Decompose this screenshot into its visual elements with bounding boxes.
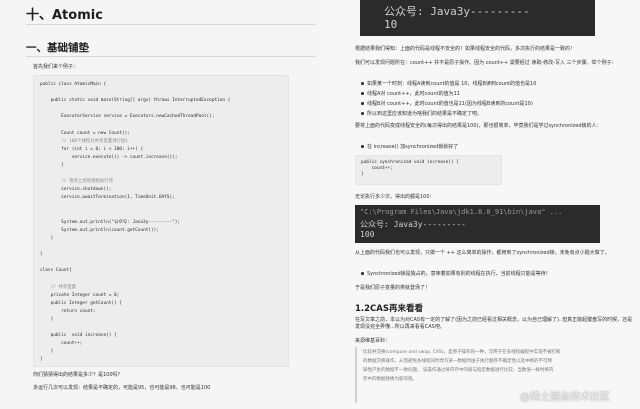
- code-line: private Integer count = 0;: [40, 292, 120, 298]
- code-line: class Count{: [40, 268, 72, 274]
- code-line: System.out.println("公众号: Java3y---------…: [40, 219, 181, 225]
- code-line: public Integer getCount() {: [40, 300, 122, 306]
- bullet-icon: [361, 82, 364, 85]
- code-line: }: [40, 349, 54, 355]
- code-line: public void increase() {: [40, 333, 117, 339]
- code-line: System.out.println(count.getCount());: [40, 227, 159, 233]
- terminal-line: "C:\Program Files\Java\jdk1.8.0_91\bin\j…: [360, 208, 563, 216]
- list-item: 所以到这里应该知道为啥我们的结果是不确定了吧。: [367, 111, 483, 117]
- divider: [26, 24, 316, 25]
- terminal-line: 公众号: Java3y---------: [384, 5, 530, 18]
- paragraph: 来源维基百科：: [355, 338, 391, 344]
- paragraph: 要将上面的代码变成线程安全的(每次得出的结果是100)，那也很简单，毕竟我们是学…: [355, 123, 602, 129]
- code-block-atomic-main: public class AtomicMain { public static …: [33, 75, 289, 367]
- list-item: 如果某一个时刻：线程A读到count的值是 10，线程B读到count的值也是1…: [367, 81, 537, 87]
- code-line: }: [40, 163, 64, 168]
- code-block-synchronized: public synchronized void increase() { co…: [355, 155, 502, 185]
- section-heading: 1.2CAS再来看看: [355, 304, 423, 314]
- code-line: ExecutorService service = Executors.newC…: [40, 114, 215, 120]
- result-terminal: "C:\Program Files\Java\jdk1.8.0_91\bin\j…: [355, 205, 600, 243]
- bullet-icon: [361, 272, 364, 275]
- section-title: 十、Atomic: [26, 8, 103, 23]
- right-page: 公众号: Java3y--------- 10 根据结果我们得知：上面的代码是线…: [320, 0, 640, 409]
- code-line: for (int i = 0; i < 100; i++) {: [40, 146, 144, 152]
- quote-line: 存中的数据替换为新的值。: [363, 377, 417, 382]
- code-line: }: [40, 252, 43, 258]
- quote-line: 比较并交换(compare and swap, CAS)，是原子操作的一种，可用…: [363, 350, 561, 355]
- divider: [26, 56, 316, 57]
- bullet-icon: [361, 112, 364, 115]
- bullet-icon: [361, 102, 364, 105]
- top-terminal: 公众号: Java3y--------- 10: [360, 0, 595, 36]
- paragraph: 我们可以发现问题所在：count++ 并不是原子操作。因为 count++ 需要…: [355, 60, 617, 66]
- terminal-line: 100: [360, 230, 375, 239]
- terminal-line: 10: [384, 18, 398, 31]
- question-text: 你们猜猜得出的结果是多少？是100吗？: [33, 372, 123, 378]
- terminal-line: 公众号: Java3y---------: [360, 220, 466, 229]
- code-line: count++;: [40, 341, 83, 347]
- left-page: 十、Atomic 一、基础铺垫 首先我们来个例子： public class A…: [0, 0, 320, 409]
- code-line: service.shutdown();: [40, 187, 112, 193]
- code-line: // 共享变量: [40, 284, 77, 290]
- list-item: 线程A对 count++，此时count的值为11: [367, 91, 460, 97]
- code-line: return count;: [40, 308, 96, 314]
- list-item: 在 increase() 加synchronized锁就好了: [367, 144, 459, 150]
- subsection-title: 一、基础铺垫: [26, 42, 89, 54]
- code-line: service.awaitTermination(1, TimeUnit.DAY…: [40, 195, 175, 201]
- watermark: @稀土掘金技术社区: [520, 392, 610, 403]
- paragraph: 于是我们原子变量的类就登场了！: [355, 285, 431, 291]
- list-item: Synchronized锁是独占的，意味着如果有别的线程在执行，当前线程只能是等…: [367, 271, 551, 277]
- code-line: public static void main(String[] args) t…: [40, 98, 231, 104]
- code-line: service.execute(() -> count.increase());: [40, 154, 178, 160]
- list-item: 线程B对 count++，此时count的值也是11(因为线程B读到的count…: [367, 101, 533, 107]
- code-line: }: [40, 235, 54, 241]
- paragraph: 无论执行多少次，得出的都是100：: [355, 194, 435, 200]
- code-line: count++;: [361, 166, 393, 171]
- code-line: }: [40, 357, 43, 363]
- code-line: }: [361, 172, 364, 177]
- code-line: }: [40, 316, 54, 322]
- code-line: public synchronized void increase() {: [361, 160, 459, 165]
- code-line: public class AtomicMain {: [40, 82, 107, 87]
- result-text: 多运行几次可以发现：结果是不确定的，可能是95，也可能是98，也可能是100: [33, 385, 211, 391]
- paragraph: 在写文章之前，本以为对CAS有一定的了解了(因为之前已经看过相关概念，以为自己理…: [355, 317, 633, 330]
- intro-text: 首先我们来个例子：: [33, 64, 79, 70]
- code-line: // 等待上述的线程执行完: [40, 179, 113, 185]
- bullet-icon: [361, 145, 364, 148]
- paragraph: 根据结果我们得知：上面的代码是线程不安全的！如果线程安全的代码，多次执行的结果是…: [355, 46, 576, 52]
- bullet-icon: [361, 92, 364, 95]
- code-line: // 100个线程对共享变量进行加1: [40, 138, 128, 144]
- paragraph: 从上面的代码我们也可以发现，只做一个 ++ 这么简单的操作，都用到了synchr…: [355, 250, 610, 256]
- quote-line: 的数据交换操作，从而避免多线程同时改写某一数据时由于执行顺序不确定性以及中断的不…: [363, 359, 552, 364]
- code-line: Count count = new Count();: [40, 130, 130, 136]
- quote-line: 知性产生的数据不一致问题。 该操作通过将内存中的值与指定数据进行比较，当数值一样…: [363, 368, 554, 373]
